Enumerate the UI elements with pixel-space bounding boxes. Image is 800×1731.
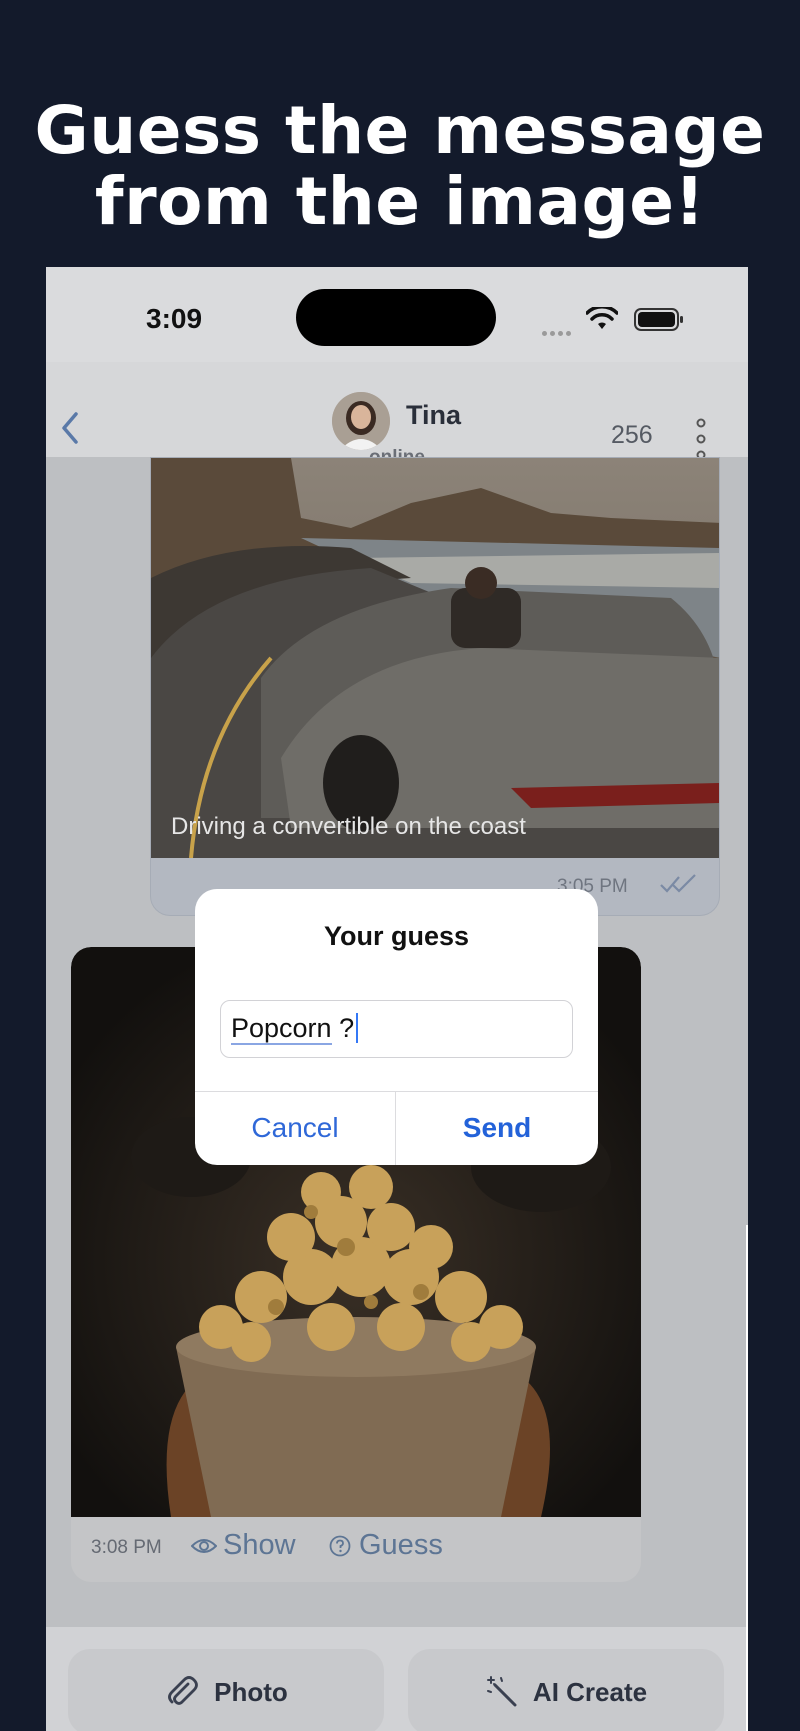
text-caret	[356, 1013, 359, 1043]
avatar[interactable]	[332, 392, 390, 450]
ai-create-label: AI Create	[532, 1676, 648, 1707]
photo-button[interactable]: Photo	[68, 1649, 384, 1731]
chat-header: Tina online 256	[46, 362, 748, 470]
battery-icon	[634, 308, 683, 331]
message-time: 3:08 PM	[91, 1537, 162, 1558]
input-rest: ?	[331, 1013, 355, 1043]
dynamic-island	[296, 289, 496, 346]
show-label: Show	[223, 1529, 296, 1561]
photo-caption: Driving a convertible on the coast	[171, 813, 526, 840]
bottom-bar: Photo AI Create	[46, 1627, 748, 1731]
double-check-icon	[660, 874, 696, 893]
chevron-left-icon[interactable]	[58, 410, 82, 446]
dialog-title: Your guess	[323, 921, 470, 951]
photo-label: Photo	[214, 1676, 288, 1707]
send-button[interactable]: Send	[396, 1091, 598, 1165]
more-vertical-icon[interactable]	[696, 418, 706, 460]
eye-icon	[191, 1538, 217, 1553]
promo-headline: Guess the message from the image!	[0, 95, 800, 237]
guess-label: Guess	[359, 1529, 443, 1561]
message-photo-convertible[interactable]: Driving a convertible on the coast	[151, 458, 719, 858]
show-button[interactable]: Show	[191, 1529, 296, 1562]
magic-wand-icon	[486, 1676, 517, 1707]
headline-line-2: from the image!	[94, 163, 706, 240]
headline-line-1: Guess the message	[34, 92, 766, 169]
guess-button[interactable]: Guess	[329, 1529, 443, 1562]
status-time: 3:09	[146, 303, 203, 334]
scroll-edge	[746, 1225, 748, 1731]
question-circle-icon	[329, 1535, 351, 1556]
ai-create-button[interactable]: AI Create	[408, 1649, 724, 1731]
cancel-button[interactable]: Cancel	[195, 1091, 395, 1165]
input-word: Popcorn	[231, 1013, 332, 1045]
wifi-icon	[586, 307, 618, 329]
guess-input[interactable]: Popcorn ?	[220, 1000, 573, 1058]
signal-icon	[542, 323, 574, 341]
contact-name: Tina	[406, 400, 462, 430]
score-counter: 256	[611, 421, 653, 449]
paperclip-icon	[168, 1676, 199, 1705]
outgoing-message[interactable]: Driving a convertible on the coast 3:05 …	[150, 457, 720, 916]
guess-dialog: Your guess Popcorn ? Cancel Send	[195, 889, 598, 1165]
